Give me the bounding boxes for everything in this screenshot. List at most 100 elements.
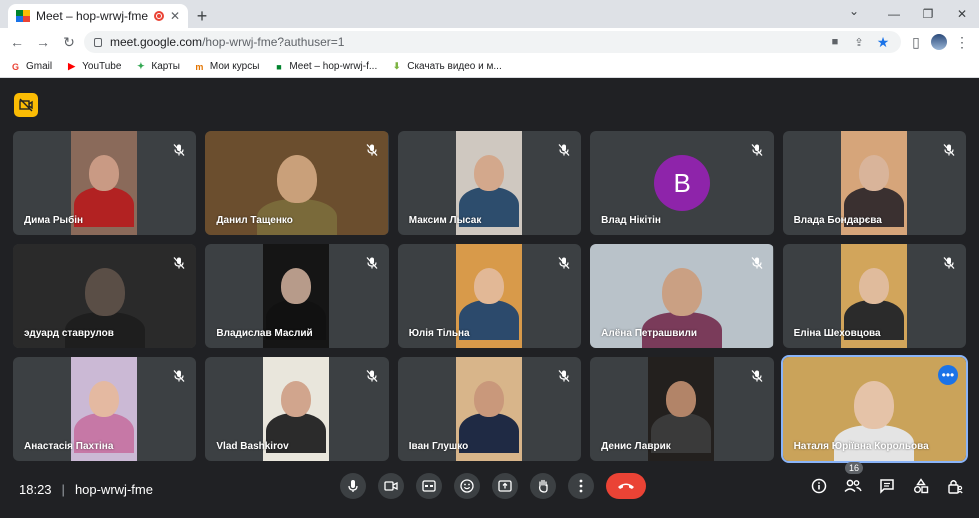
bookmark-label: Скачать видео и м... [407, 61, 502, 72]
participant-tile[interactable]: ••• Наталя Юріївна Корольова [780, 355, 968, 463]
mic-off-icon [365, 256, 379, 270]
back-button[interactable]: ← [6, 31, 28, 53]
bookmark-star-icon[interactable]: ★ [875, 34, 891, 50]
participant-name: Денис Лаврик [601, 441, 671, 452]
new-tab-button[interactable]: + [188, 4, 216, 28]
side-panel-icon[interactable]: ▯ [905, 31, 927, 53]
activities-button[interactable] [911, 476, 931, 496]
people-icon [844, 479, 862, 493]
bookmark-item[interactable]: ✦ Карты [135, 61, 180, 72]
raise-hand-button[interactable] [530, 473, 556, 499]
bookmark-item[interactable]: ▶ YouTube [66, 61, 121, 72]
participant-grid: Дима Рыбін Данил Тащенко Максим Лысак B Влад… [13, 131, 968, 463]
share-icon[interactable]: ⇪ [851, 34, 867, 50]
maximize-button[interactable]: ❐ [911, 0, 945, 28]
bookmark-item[interactable]: ■ Meet – hop-wrwj-f... [273, 61, 377, 72]
address-bar[interactable]: meet.google.com/hop-wrwj-fme?authuser=1 … [84, 31, 901, 53]
download-icon: ⬇ [392, 61, 401, 71]
url-path: /hop-wrwj-fme?authuser=1 [202, 35, 345, 49]
participant-tile[interactable]: эдуард ставрулов [13, 244, 197, 348]
window-controls: — ❐ ✕ [877, 0, 979, 28]
bookmark-label: Gmail [26, 61, 53, 72]
maps-icon: ✦ [137, 61, 145, 71]
participant-tile[interactable]: Денис Лаврик [590, 357, 774, 461]
person-head [858, 268, 889, 304]
participant-tile[interactable]: Vlad Bashkirov [205, 357, 389, 461]
person-head [473, 155, 504, 191]
participant-name: Данил Тащенко [216, 215, 293, 226]
url-host: meet.google.com [110, 35, 203, 49]
present-screen-button[interactable] [492, 473, 518, 499]
participant-tile[interactable]: Влада Бондарєва [782, 131, 966, 235]
person-head [661, 268, 702, 316]
participant-tile[interactable]: Анастасія Пахтіна [13, 357, 197, 461]
info-icon [811, 478, 827, 494]
people-button[interactable]: 16 [843, 462, 864, 496]
hand-icon [538, 479, 548, 493]
browser-window: Meet – hop-wrwj-fme ✕ + ⌄ — ❐ ✕ ← → ↻ me… [0, 0, 979, 518]
recording-icon [153, 11, 164, 21]
host-controls-button[interactable] [945, 476, 965, 496]
meeting-details-button[interactable] [809, 476, 829, 496]
participant-tile[interactable]: Владислав Маслий [205, 244, 389, 348]
minimize-button[interactable]: — [877, 0, 911, 28]
participant-name: Іван Глушко [408, 441, 469, 452]
bookmark-item[interactable]: ⬇ Скачать видео и м... [391, 61, 502, 72]
reactions-button[interactable] [454, 473, 480, 499]
lock-person-icon [948, 480, 963, 494]
close-tab-icon[interactable]: ✕ [170, 9, 180, 23]
close-window-button[interactable]: ✕ [945, 0, 979, 28]
mic-off-icon [942, 143, 956, 157]
camera-button[interactable] [378, 473, 404, 499]
captions-button[interactable] [416, 473, 442, 499]
chat-button[interactable] [877, 476, 897, 496]
bookmarks-bar: G Gmail ▶ YouTube ✦ Карты m Мои курсы ■ Meet – ho… [0, 56, 979, 78]
participant-tile[interactable]: Іван Глушко [397, 357, 582, 461]
bookmark-item[interactable]: m Мои курсы [194, 61, 259, 72]
meet-control-bar: 18:23 | hop-wrwj-fme 16 [0, 462, 979, 518]
participant-name: Влада Бондарєва [793, 215, 882, 226]
emoji-icon [460, 479, 474, 493]
tab-search-icon[interactable]: ⌄ [849, 4, 859, 18]
participant-name: эдуард ставрулов [24, 328, 114, 339]
participant-tile[interactable]: Юлія Тільна [397, 244, 582, 348]
microphone-button[interactable] [340, 473, 366, 499]
hang-up-icon [618, 483, 634, 489]
participant-name: Влад Нікітін [601, 215, 661, 226]
participant-name: Владислав Маслий [216, 328, 313, 339]
courses-icon: m [195, 61, 204, 72]
reload-button[interactable]: ↻ [58, 31, 80, 53]
profile-avatar[interactable] [931, 34, 947, 50]
participant-avatar: B [654, 155, 711, 211]
participant-tile[interactable]: Еліна Шеховцова [782, 244, 966, 348]
participant-tile[interactable]: Данил Тащенко [205, 131, 389, 235]
meeting-info: 18:23 | hop-wrwj-fme [19, 482, 153, 497]
participant-tile[interactable]: Максим Лысак [397, 131, 582, 235]
bookmark-label: Карты [151, 61, 180, 72]
person-head [89, 155, 119, 191]
person-head [666, 381, 697, 417]
participant-tile[interactable]: Дима Рыбін [13, 131, 197, 235]
leave-call-button[interactable] [606, 473, 646, 499]
gmail-icon: G [11, 61, 19, 72]
browser-menu-icon[interactable]: ⋮ [951, 31, 973, 53]
url-text: meet.google.com/hop-wrwj-fme?authuser=1 [110, 35, 819, 49]
person-head [473, 268, 504, 304]
mic-off-icon [557, 369, 571, 383]
no-camera-icon[interactable] [14, 93, 38, 117]
participant-name: Алёна Петрашвили [601, 328, 698, 339]
lock-icon[interactable] [94, 37, 102, 47]
person-head [473, 381, 504, 417]
participant-tile[interactable]: B Влад Нікітін [590, 131, 774, 235]
camera-indicator-icon[interactable]: ■ [827, 34, 843, 50]
tile-options-icon[interactable]: ••• [937, 365, 958, 385]
participant-tile[interactable]: Алёна Петрашвили [590, 244, 774, 348]
more-options-button[interactable] [568, 473, 594, 499]
center-controls [340, 473, 646, 499]
bookmark-item[interactable]: G Gmail [10, 61, 52, 72]
mic-off-icon [172, 369, 186, 383]
chat-icon [880, 479, 894, 494]
youtube-icon: ▶ [68, 61, 76, 71]
forward-button[interactable]: → [32, 31, 54, 53]
tab-meet[interactable]: Meet – hop-wrwj-fme ✕ [8, 4, 188, 28]
